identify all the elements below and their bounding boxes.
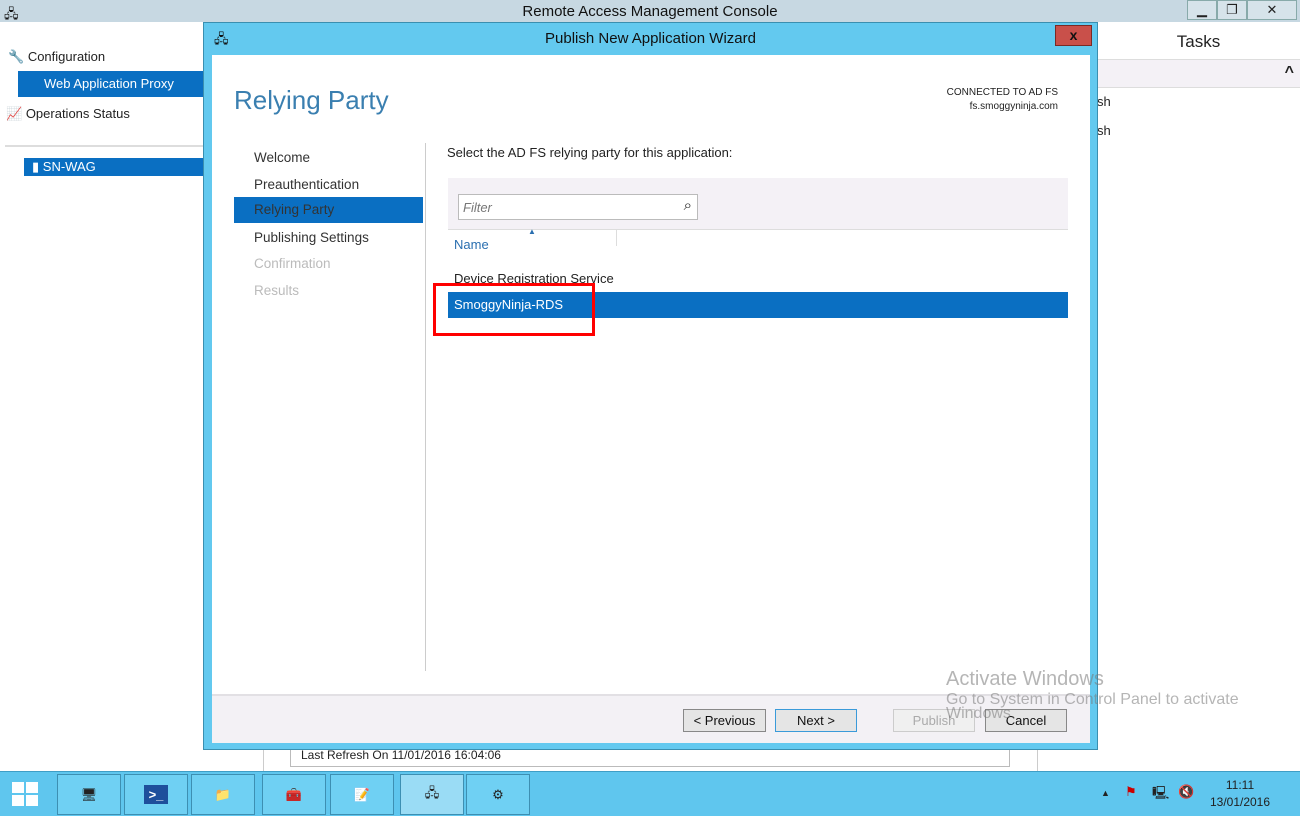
server-icon: ▮ bbox=[32, 159, 40, 174]
wizard-window: 🖧 Publish New Application Wizard x Relyi… bbox=[203, 22, 1098, 750]
server-item[interactable]: ▮ SN-WAG bbox=[24, 158, 203, 176]
task-item[interactable]: sh bbox=[1097, 94, 1111, 109]
step-confirmation: Confirmation bbox=[254, 256, 331, 271]
server-manager-icon[interactable]: 🖥 bbox=[57, 774, 121, 815]
table-header: Name ▲ bbox=[448, 227, 1068, 252]
tree-label: Operations Status bbox=[25, 106, 130, 121]
tree-web-application-proxy[interactable]: Web Application Proxy bbox=[18, 71, 203, 97]
cancel-button[interactable]: Cancel bbox=[985, 709, 1067, 732]
collapse-icon[interactable]: ^ bbox=[1285, 64, 1294, 82]
tasks-title: Tasks bbox=[1176, 32, 1221, 51]
start-button-windows-icon[interactable] bbox=[12, 782, 38, 806]
minimize-button[interactable]: ▁ bbox=[1187, 0, 1217, 20]
step-results: Results bbox=[254, 283, 300, 298]
wizard-title-bar[interactable]: 🖧 Publish New Application Wizard bbox=[204, 23, 1097, 55]
divider bbox=[5, 145, 203, 147]
connected-label: CONNECTED TO AD FS bbox=[946, 87, 1058, 98]
wizard-icon: 🖧 bbox=[214, 31, 229, 46]
previous-button[interactable]: < Previous bbox=[683, 709, 766, 732]
connected-server: fs.smoggyninja.com bbox=[969, 101, 1058, 112]
step-preauthentication[interactable]: Preauthentication bbox=[234, 172, 423, 198]
taskbar: 🖥 >_ 📁 🧰 📝 🖧 ⚙ ▲ ⚑ 🖳 🔇 11:11 13/01/2016 bbox=[0, 771, 1300, 816]
clock-time: 11:11 bbox=[1225, 778, 1255, 792]
step-relying-party[interactable]: Relying Party bbox=[234, 197, 423, 223]
file-explorer-icon[interactable]: 📁 bbox=[191, 774, 255, 815]
console-title-bar: 🖧 Remote Access Management Console bbox=[0, 0, 1300, 22]
network-icon[interactable]: 🖳 bbox=[1152, 784, 1169, 806]
show-hidden-icons[interactable]: ▲ bbox=[1101, 788, 1110, 798]
tasks-header[interactable]: ^ bbox=[1097, 59, 1300, 88]
tree-label: Configuration bbox=[27, 49, 106, 64]
filter-placeholder: Filter bbox=[463, 200, 492, 215]
volume-muted-icon[interactable]: 🔇 bbox=[1178, 784, 1194, 800]
app-icon: 🖧 bbox=[4, 6, 19, 21]
instruction-text: Select the AD FS relying party for this … bbox=[447, 145, 733, 160]
tree-operations-status[interactable]: 📈 Operations Status bbox=[6, 104, 130, 124]
publish-button: Publish bbox=[893, 709, 975, 732]
filter-input[interactable]: Filter ⌕ bbox=[458, 194, 698, 220]
notepad-icon[interactable]: 📝 bbox=[330, 774, 394, 815]
sort-ascending-icon: ▲ bbox=[528, 227, 536, 236]
clock-date: 13/01/2016 bbox=[1209, 795, 1271, 809]
toolbox-icon[interactable]: 🧰 bbox=[262, 774, 326, 815]
wizard-close-button[interactable]: x bbox=[1055, 25, 1092, 46]
next-button[interactable]: Next > bbox=[775, 709, 857, 732]
wizard-title: Publish New Application Wizard bbox=[545, 30, 756, 47]
control-panel-icon[interactable]: ⚙ bbox=[466, 774, 530, 815]
task-item[interactable]: sh bbox=[1097, 123, 1111, 138]
tools-icon: 🔧 bbox=[8, 49, 25, 64]
tree-configuration[interactable]: 🔧 Configuration bbox=[8, 47, 105, 67]
server-label: SN-WAG bbox=[42, 159, 96, 174]
chart-icon: 📈 bbox=[6, 106, 23, 121]
console-title: Remote Access Management Console bbox=[522, 3, 778, 20]
column-divider bbox=[616, 230, 617, 246]
step-welcome[interactable]: Welcome bbox=[234, 145, 423, 171]
action-center-flag-icon[interactable]: ⚑ bbox=[1125, 784, 1137, 800]
highlight-box bbox=[433, 283, 595, 336]
clock[interactable]: 11:11 13/01/2016 bbox=[1205, 777, 1275, 811]
wizard-body: Relying Party CONNECTED TO AD FS fs.smog… bbox=[212, 55, 1090, 743]
wizard-footer: < Previous Next > Publish Cancel bbox=[212, 694, 1090, 743]
remote-access-console-icon[interactable]: 🖧 bbox=[400, 774, 464, 815]
search-icon[interactable]: ⌕ bbox=[684, 197, 692, 214]
close-button[interactable]: ✕ bbox=[1247, 0, 1297, 20]
page-title: Relying Party bbox=[234, 85, 389, 115]
nav-divider bbox=[425, 143, 426, 671]
connection-info: CONNECTED TO AD FS fs.smoggyninja.com bbox=[947, 86, 1058, 114]
powershell-icon[interactable]: >_ bbox=[124, 774, 188, 815]
tasks-pane: Tasks ^ sh sh bbox=[1097, 22, 1300, 772]
step-publishing-settings[interactable]: Publishing Settings bbox=[234, 225, 423, 251]
restore-button[interactable]: ❐ bbox=[1217, 0, 1247, 20]
column-name-header[interactable]: Name bbox=[454, 237, 489, 252]
